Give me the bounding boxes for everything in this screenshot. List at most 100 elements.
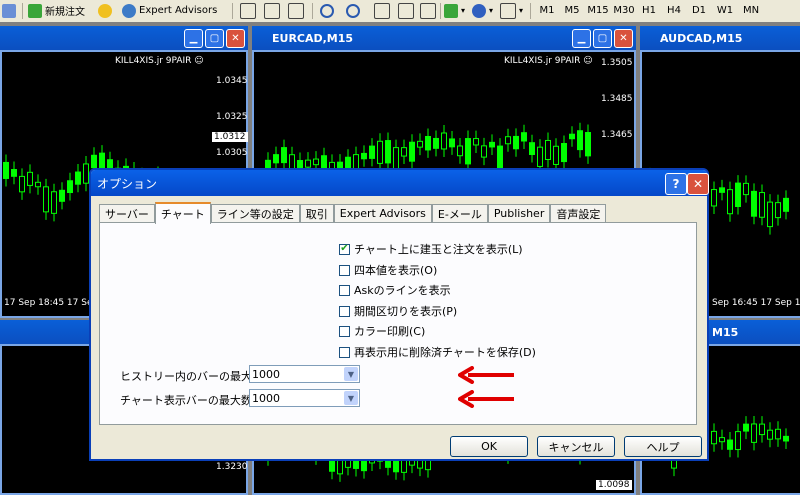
checkbox-show-ohlc[interactable]: 四本値を表示(O): [339, 263, 437, 277]
line-chart-button[interactable]: [288, 2, 304, 19]
checkbox[interactable]: ✔: [339, 243, 350, 255]
checkbox-label: 四本値を表示(O): [354, 264, 438, 277]
candle-body: [537, 146, 543, 167]
ok-button[interactable]: OK: [450, 436, 528, 457]
template-icon: [500, 2, 516, 19]
candle-body: [409, 141, 415, 162]
close-button[interactable]: ✕: [687, 173, 709, 195]
timeframe-m30[interactable]: M30: [611, 2, 637, 19]
candle-body: [759, 192, 765, 218]
checkbox-label: 期間区切りを表示(P): [354, 305, 458, 318]
candle-body: [3, 161, 9, 179]
maximize-button[interactable]: ▢: [593, 29, 612, 48]
autotrading-button[interactable]: [98, 2, 112, 19]
checkbox-label: Askのラインを表示: [354, 284, 451, 297]
checkbox-label: チャート上に建玉と注文を表示(L): [354, 243, 523, 256]
candle-body: [561, 143, 567, 163]
timeframe-h4[interactable]: H4: [661, 2, 687, 19]
candle-body: [719, 437, 725, 443]
tab-email[interactable]: E-メール: [431, 204, 488, 222]
chevron-down-icon[interactable]: ▼: [344, 367, 358, 381]
periods-button[interactable]: ▾: [472, 2, 493, 19]
checkbox[interactable]: [339, 305, 350, 317]
templates-button[interactable]: ▾: [500, 2, 523, 19]
candle-body: [35, 181, 41, 188]
candle-chart-button[interactable]: [264, 2, 280, 19]
chart-shift-button[interactable]: [420, 2, 436, 19]
candle-body: [711, 189, 717, 207]
candle-body: [577, 130, 583, 151]
candle-body: [783, 435, 789, 442]
toolbar-left-icon[interactable]: [2, 2, 16, 19]
autoscroll-icon: [398, 2, 414, 19]
maximize-button[interactable]: ▢: [205, 29, 224, 48]
tab-chart[interactable]: チャート: [154, 202, 211, 224]
checkbox-save-deleted-charts[interactable]: 再表示用に削除済チャートを保存(D): [339, 345, 536, 359]
candle-body: [569, 133, 575, 140]
candle-body: [273, 154, 279, 164]
add-indicator-icon: [444, 3, 458, 18]
tab-objects[interactable]: ライン等の設定: [210, 204, 300, 222]
timeframe-m1[interactable]: M1: [534, 2, 560, 19]
indicators-button[interactable]: ▾: [444, 2, 465, 19]
max-history-bars-combo[interactable]: 1000 ▼: [249, 365, 360, 383]
candle-body: [719, 187, 725, 193]
candle-body: [67, 180, 73, 194]
chevron-down-icon[interactable]: ▼: [344, 391, 358, 405]
checkbox-show-period-separators[interactable]: 期間区切りを表示(P): [339, 304, 457, 318]
tile-windows-button[interactable]: [374, 2, 390, 19]
tab-server[interactable]: サーバー: [99, 204, 155, 222]
autoscroll-button[interactable]: [398, 2, 414, 19]
timeframe-mn[interactable]: MN: [738, 2, 764, 19]
cancel-button[interactable]: キャンセル: [537, 436, 615, 457]
candle-body: [545, 139, 551, 161]
help-button[interactable]: ヘルプ: [624, 436, 702, 457]
zoom-in-button[interactable]: [320, 2, 334, 19]
indicator-label: KILL4XIS.jr 9PAIR ☺: [115, 56, 204, 66]
expert-advisors-button[interactable]: Expert Advisors: [122, 2, 217, 19]
chart-title: EURCAD,M15: [272, 31, 354, 45]
close-button[interactable]: ✕: [614, 29, 633, 48]
candle-body: [465, 138, 471, 165]
checkbox[interactable]: [339, 346, 350, 358]
max-chart-bars-combo[interactable]: 1000 ▼: [249, 389, 360, 407]
close-button[interactable]: ✕: [226, 29, 245, 48]
checkbox-show-trade-levels[interactable]: ✔ チャート上に建玉と注文を表示(L): [339, 242, 523, 256]
checkbox-show-ask-line[interactable]: Askのラインを表示: [339, 283, 451, 297]
bar-chart-button[interactable]: [240, 2, 256, 19]
checkbox[interactable]: [339, 284, 350, 296]
candle-body: [735, 182, 741, 207]
line-chart-icon: [288, 2, 304, 19]
checkbox[interactable]: [339, 264, 350, 276]
candle-body: [19, 175, 25, 193]
new-order-button[interactable]: 新規注文: [28, 2, 85, 19]
checkbox[interactable]: [339, 325, 350, 337]
timeframe-w1[interactable]: W1: [712, 2, 738, 19]
candle-body: [27, 171, 33, 186]
tab-sounds[interactable]: 音声設定: [550, 204, 607, 222]
candle-body: [751, 423, 757, 443]
checkbox-color-print[interactable]: カラー印刷(C): [339, 324, 425, 338]
candle-body: [425, 135, 431, 151]
candle-body: [497, 145, 503, 171]
minimize-button[interactable]: ▁: [184, 29, 203, 48]
timeframe-m15[interactable]: M15: [585, 2, 611, 19]
tab-expert-advisors[interactable]: Expert Advisors: [333, 204, 432, 222]
toolbar-separator: [530, 3, 531, 19]
timeframe-d1[interactable]: D1: [686, 2, 712, 19]
timeframe-m5[interactable]: M5: [559, 2, 585, 19]
candle-body: [75, 171, 81, 185]
timeframe-h1[interactable]: H1: [636, 2, 662, 19]
help-icon-button[interactable]: ?: [665, 173, 687, 195]
tab-trade[interactable]: 取引: [299, 204, 334, 222]
dialog-title: オプション: [97, 176, 158, 191]
tab-publisher[interactable]: Publisher: [487, 204, 551, 222]
candle-body: [281, 147, 287, 164]
minimize-button[interactable]: ▁: [572, 29, 591, 48]
candle-body: [385, 460, 391, 468]
candle-body: [529, 142, 535, 155]
checkbox-label: カラー印刷(C): [354, 325, 426, 338]
candle-body: [417, 140, 423, 148]
zoom-out-button[interactable]: [346, 2, 360, 19]
candle-body: [59, 189, 65, 202]
